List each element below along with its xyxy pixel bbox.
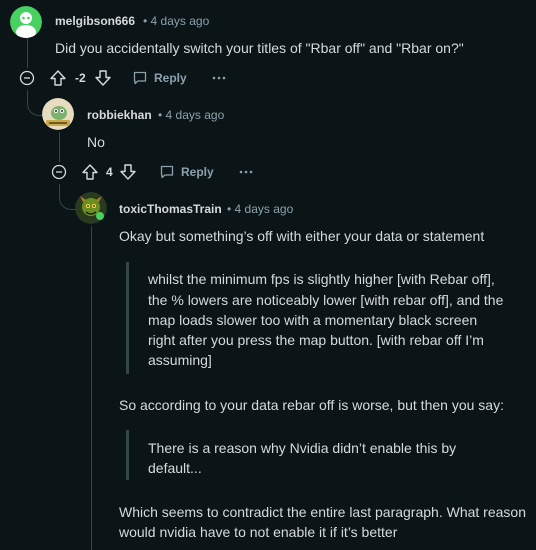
comment-paragraph-line: Which seems to contradict the entire las…	[119, 504, 526, 520]
comment-timestamp[interactable]: • 4 days ago	[158, 108, 224, 122]
comment-body: Did you accidentally switch your titles …	[55, 40, 464, 56]
downvote-icon[interactable]	[93, 68, 113, 88]
comment-timestamp[interactable]: • 4 days ago	[227, 202, 293, 216]
thread-line-2	[59, 132, 60, 162]
comment-actions: -2 Reply	[0, 66, 536, 90]
more-options-icon[interactable]	[236, 162, 256, 182]
collapse-icon[interactable]	[51, 164, 67, 180]
blockquote-line: whilst the minimum fps is slightly highe…	[148, 271, 495, 287]
comment-actions: 4 Reply	[0, 160, 536, 184]
blockquote-bar	[126, 262, 129, 374]
vote-count: -2	[75, 71, 86, 85]
reply-label: Reply	[181, 165, 214, 179]
blockquote-line: map loads slower too with a momentary bl…	[148, 312, 478, 328]
comment-paragraph-line: would nvidia have to not enable it if it…	[119, 524, 398, 540]
collapse-icon[interactable]	[19, 70, 35, 86]
comment-author[interactable]: melgibson666	[55, 14, 135, 28]
reply-button[interactable]: Reply	[132, 68, 187, 88]
blockquote-bar	[126, 430, 129, 480]
reply-icon	[160, 165, 174, 179]
downvote-icon[interactable]	[118, 162, 138, 182]
upvote-icon[interactable]	[48, 68, 68, 88]
comment-paragraph: Okay but something’s off with either you…	[119, 228, 485, 244]
vote-count: 4	[106, 165, 113, 179]
reply-icon	[133, 71, 147, 85]
avatar[interactable]	[42, 98, 74, 130]
blockquote-line: default...	[148, 460, 202, 476]
blockquote-line: the % lowers are noticeably lower [with …	[148, 292, 504, 308]
avatar[interactable]	[75, 192, 107, 224]
reply-button[interactable]: Reply	[159, 162, 214, 182]
comment-timestamp[interactable]: • 4 days ago	[143, 14, 209, 28]
more-options-icon[interactable]	[209, 68, 229, 88]
reply-label: Reply	[154, 71, 187, 85]
comment-body: No	[87, 134, 105, 150]
thread-line-1	[27, 38, 28, 68]
comment-paragraph: So according to your data rebar off is w…	[119, 397, 504, 413]
thread-line-3	[91, 226, 92, 550]
avatar[interactable]	[10, 6, 42, 38]
blockquote-line: assuming]	[148, 352, 212, 368]
upvote-icon[interactable]	[80, 162, 100, 182]
comment-author[interactable]: toxicThomasTrain	[119, 202, 222, 216]
blockquote-line: right after you press the map button. [w…	[148, 332, 484, 348]
blockquote-line: There is a reason why Nvidia didn’t enab…	[148, 440, 457, 456]
comment-author[interactable]: robbiekhan	[87, 108, 152, 122]
